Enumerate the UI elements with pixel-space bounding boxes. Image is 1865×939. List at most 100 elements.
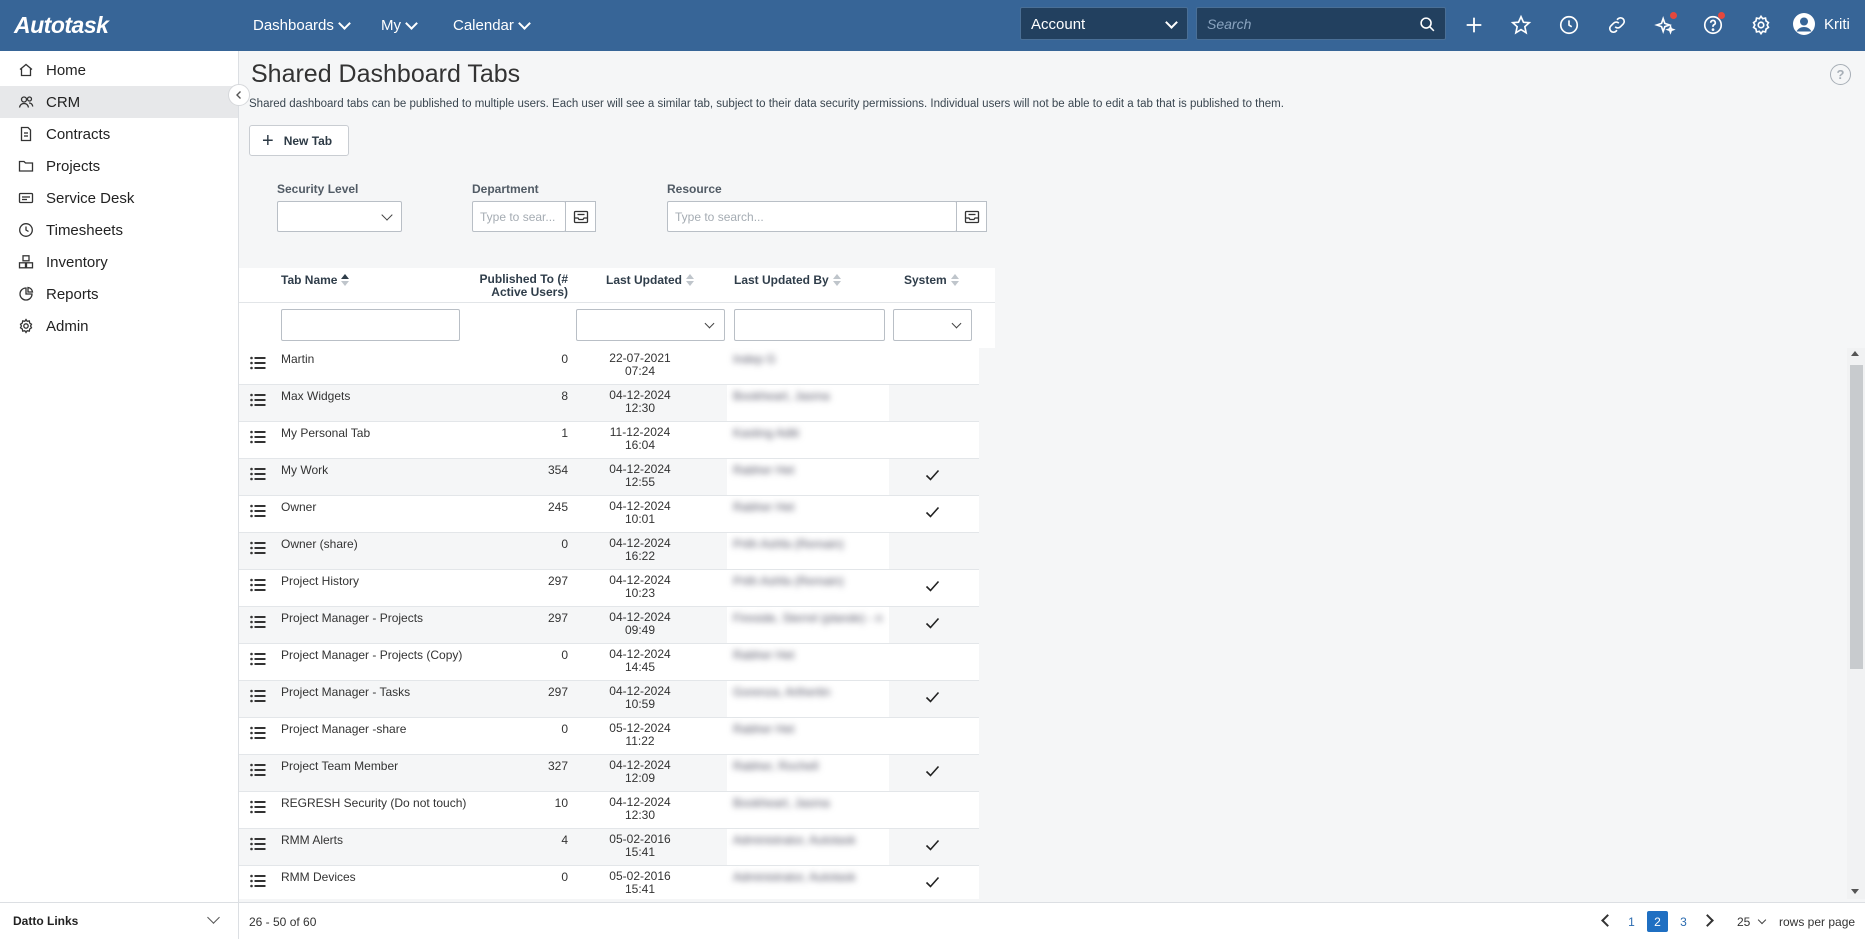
checkmark-icon xyxy=(925,691,940,706)
ai-sparkle-icon[interactable] xyxy=(1652,12,1678,38)
menu-calendar[interactable]: Calendar xyxy=(453,0,531,51)
row-menu-icon[interactable] xyxy=(250,800,266,817)
row-menu-icon[interactable] xyxy=(250,504,266,521)
tab-name-cell[interactable]: Project History xyxy=(281,574,359,588)
row-menu-icon[interactable] xyxy=(250,837,266,854)
tab-name-cell[interactable]: Project Manager - Projects xyxy=(281,611,423,625)
sidebar-item-reports[interactable]: Reports xyxy=(0,278,238,310)
tab-name-cell[interactable]: RMM Alerts xyxy=(281,833,343,847)
links-icon[interactable] xyxy=(1604,12,1630,38)
row-menu-icon[interactable] xyxy=(250,430,266,447)
resource-picker-button[interactable] xyxy=(956,201,987,232)
scroll-down-arrow[interactable] xyxy=(1851,889,1859,894)
scroll-up-arrow[interactable] xyxy=(1851,351,1859,356)
row-menu-icon[interactable] xyxy=(250,393,266,410)
rows-per-page-select[interactable]: 25 xyxy=(1737,915,1766,929)
favorites-star-icon[interactable] xyxy=(1508,12,1534,38)
table-row[interactable]: Project Manager - Projects 297 04-12-2024 0… xyxy=(239,607,979,644)
table-row[interactable]: Martin 0 22-07-2021 07:24 Indep G xyxy=(239,348,979,385)
table-row[interactable]: Project History 297 04-12-2024 10:23 Prith A… xyxy=(239,570,979,607)
sidebar-item-contracts[interactable]: Contracts xyxy=(0,118,238,150)
help-icon[interactable] xyxy=(1700,12,1726,38)
row-menu-icon[interactable] xyxy=(250,689,266,706)
table-row[interactable]: Max Widgets 8 04-12-2024 12:30 Bookheart, Ja… xyxy=(239,385,979,422)
table-row[interactable]: My Work 354 04-12-2024 12:55 Rabher Het xyxy=(239,459,979,496)
row-menu-icon[interactable] xyxy=(250,615,266,632)
tab-name-cell[interactable]: RMM Devices xyxy=(281,870,356,884)
sidebar-item-admin[interactable]: Admin xyxy=(0,310,238,342)
tab-name-cell[interactable]: My Work xyxy=(281,463,328,477)
tab-name-cell[interactable]: My Personal Tab xyxy=(281,426,370,440)
sidebar-item-timesheets[interactable]: Timesheets xyxy=(0,214,238,246)
sidebar-item-service-desk[interactable]: Service Desk xyxy=(0,182,238,214)
tab-name-cell[interactable]: Martin xyxy=(281,352,314,366)
menu-my[interactable]: My xyxy=(381,0,418,51)
menu-dashboards[interactable]: Dashboards xyxy=(253,0,351,51)
table-row[interactable]: RMM Devices 0 05-02-2016 15:41 Administrator… xyxy=(239,866,979,899)
last-updated-date: 04-12-2024 xyxy=(609,499,671,513)
collapse-sidebar-button[interactable] xyxy=(228,84,250,106)
new-tab-button[interactable]: + New Tab xyxy=(249,125,349,156)
last-updated-filter-select[interactable] xyxy=(576,309,725,341)
datto-links-toggle[interactable]: Datto Links xyxy=(0,902,238,939)
resource-input[interactable]: Type to search... xyxy=(667,201,957,232)
recent-clock-icon[interactable] xyxy=(1556,12,1582,38)
tab-name-cell[interactable]: Owner xyxy=(281,500,316,514)
tab-name-cell[interactable]: Project Team Member xyxy=(281,759,398,773)
column-last-updated-by[interactable]: Last Updated By xyxy=(734,273,841,287)
autotask-logo[interactable]: Autotask xyxy=(14,12,109,39)
table-row[interactable]: Project Manager - Tasks 297 04-12-2024 10:5… xyxy=(239,681,979,718)
row-menu-icon[interactable] xyxy=(250,356,266,373)
department-input[interactable]: Type to sear... xyxy=(472,201,566,232)
system-filter-select[interactable] xyxy=(893,309,972,341)
add-icon[interactable] xyxy=(1461,12,1487,38)
row-menu-icon[interactable] xyxy=(250,578,266,595)
column-published-to[interactable]: Published To (# Active Users) xyxy=(434,273,568,299)
tab-name-cell[interactable]: Project Manager - Tasks xyxy=(281,685,410,699)
row-menu-icon[interactable] xyxy=(250,541,266,558)
table-row[interactable]: Owner (share) 0 04-12-2024 16:22 Prith Ashfa… xyxy=(239,533,979,570)
row-menu-icon[interactable] xyxy=(250,763,266,780)
tab-name-cell[interactable]: REGRESH Security (Do not touch) xyxy=(281,796,466,810)
sidebar-item-home[interactable]: Home xyxy=(0,54,238,86)
user-menu[interactable]: Kriti xyxy=(1792,12,1850,36)
last-updated-cell: 04-12-2024 10:01 xyxy=(608,500,672,526)
table-row[interactable]: REGRESH Security (Do not touch) 10 04-12-2… xyxy=(239,792,979,829)
previous-page-icon[interactable] xyxy=(1601,914,1614,927)
security-level-select[interactable] xyxy=(277,201,402,232)
chevron-down-icon xyxy=(207,911,220,924)
column-last-updated[interactable]: Last Updated xyxy=(606,273,695,287)
page-3-button[interactable]: 3 xyxy=(1673,911,1694,932)
row-menu-icon[interactable] xyxy=(250,874,266,891)
sidebar-item-projects[interactable]: Projects xyxy=(0,150,238,182)
scrollbar-thumb[interactable] xyxy=(1850,365,1863,669)
tab-name-cell[interactable]: Max Widgets xyxy=(281,389,350,403)
row-menu-icon[interactable] xyxy=(250,652,266,669)
sidebar-item-inventory[interactable]: Inventory xyxy=(0,246,238,278)
row-menu-icon[interactable] xyxy=(250,467,266,484)
column-system[interactable]: System xyxy=(904,273,959,287)
table-row[interactable]: Project Team Member 327 04-12-2024 12:09 Rab… xyxy=(239,755,979,792)
table-row[interactable]: Owner 245 04-12-2024 10:01 Rabher Het xyxy=(239,496,979,533)
search-entity-select[interactable]: Account xyxy=(1020,7,1188,40)
tab-name-cell[interactable]: Project Manager -share xyxy=(281,722,406,736)
tab-name-cell[interactable]: Project Manager - Projects (Copy) xyxy=(281,648,462,662)
table-row[interactable]: Project Manager -share 0 05-12-2024 11:22 Ra… xyxy=(239,718,979,755)
department-picker-button[interactable] xyxy=(565,201,596,232)
tab-name-cell[interactable]: Owner (share) xyxy=(281,537,358,551)
row-menu-icon[interactable] xyxy=(250,726,266,743)
table-row[interactable]: RMM Alerts 4 05-02-2016 15:41 Administrator,… xyxy=(239,829,979,866)
column-tab-name[interactable]: Tab Name xyxy=(281,273,350,287)
last-updated-by-filter-input[interactable] xyxy=(734,309,885,341)
page-1-button[interactable]: 1 xyxy=(1621,911,1642,932)
page-help-icon[interactable]: ? xyxy=(1830,64,1851,85)
table-row[interactable]: My Personal Tab 1 11-12-2024 16:04 Kasting A… xyxy=(239,422,979,459)
settings-gear-icon[interactable] xyxy=(1748,12,1774,38)
tab-name-filter-input[interactable] xyxy=(281,309,460,341)
next-page-icon[interactable] xyxy=(1701,914,1714,927)
table-row[interactable]: Project Manager - Projects (Copy) 0 04-12-… xyxy=(239,644,979,681)
sidebar-item-crm[interactable]: CRM xyxy=(0,86,238,118)
search-input[interactable] xyxy=(1197,8,1412,40)
search-icon[interactable] xyxy=(1419,16,1436,36)
page-2-button[interactable]: 2 xyxy=(1647,911,1668,932)
